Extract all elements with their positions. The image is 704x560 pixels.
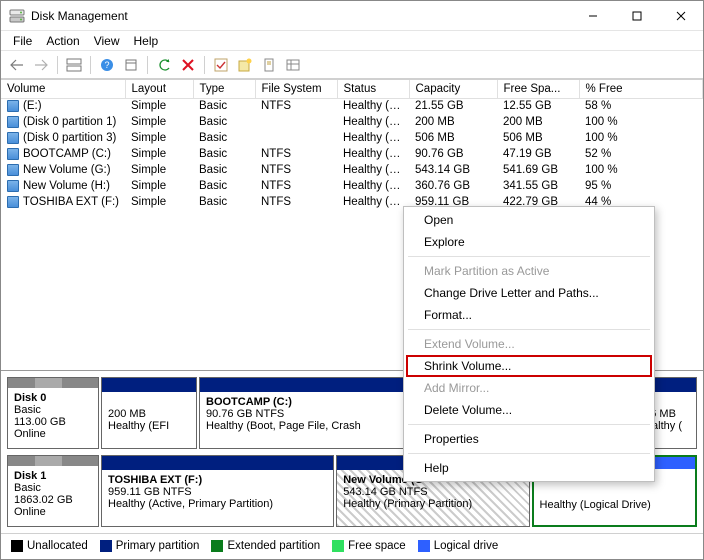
legend-free: Free space bbox=[348, 541, 406, 553]
ctx-format[interactable]: Format... bbox=[406, 304, 652, 326]
menu-view[interactable]: View bbox=[88, 32, 126, 50]
check-icon[interactable] bbox=[211, 55, 231, 75]
titlebar: Disk Management bbox=[1, 1, 703, 31]
separator bbox=[147, 56, 148, 74]
new-icon[interactable] bbox=[235, 55, 255, 75]
ctx-mark-active: Mark Partition as Active bbox=[406, 260, 652, 282]
volume-icon bbox=[7, 148, 19, 160]
col-status[interactable]: Status bbox=[337, 80, 409, 98]
minimize-button[interactable] bbox=[571, 1, 615, 31]
volume-icon bbox=[7, 132, 19, 144]
disk0-partition-efi[interactable]: 200 MB Healthy (EFI bbox=[101, 377, 197, 449]
window-title: Disk Management bbox=[31, 9, 571, 23]
split-view-button[interactable] bbox=[64, 55, 84, 75]
refresh-button[interactable] bbox=[154, 55, 174, 75]
ctx-delete-volume[interactable]: Delete Volume... bbox=[406, 399, 652, 421]
legend-primary: Primary partition bbox=[116, 541, 200, 553]
legend-unallocated: Unallocated bbox=[27, 541, 88, 553]
table-icon[interactable] bbox=[283, 55, 303, 75]
ctx-explore[interactable]: Explore bbox=[406, 231, 652, 253]
volume-name: BOOTCAMP (C:) bbox=[23, 148, 111, 160]
volume-list: Volume Layout Type File System Status Ca… bbox=[1, 79, 703, 210]
disk-1-label[interactable]: Disk 1 Basic 1863.02 GB Online bbox=[7, 455, 99, 527]
svg-text:?: ? bbox=[104, 60, 109, 70]
volume-icon bbox=[7, 196, 19, 208]
disk-0-label[interactable]: Disk 0 Basic 113.00 GB Online bbox=[7, 377, 99, 449]
maximize-button[interactable] bbox=[615, 1, 659, 31]
col-layout[interactable]: Layout bbox=[125, 80, 193, 98]
legend: Unallocated Primary partition Extended p… bbox=[1, 533, 703, 559]
menu-help[interactable]: Help bbox=[128, 32, 165, 50]
col-pctfree[interactable]: % Free bbox=[579, 80, 703, 98]
separator bbox=[408, 424, 650, 425]
ctx-properties[interactable]: Properties bbox=[406, 428, 652, 450]
volume-name: New Volume (G:) bbox=[23, 164, 111, 176]
col-volume[interactable]: Volume bbox=[1, 80, 125, 98]
page-icon[interactable] bbox=[259, 55, 279, 75]
separator bbox=[90, 56, 91, 74]
settings-button[interactable] bbox=[121, 55, 141, 75]
app-icon bbox=[9, 8, 25, 24]
ctx-help[interactable]: Help bbox=[406, 457, 652, 479]
table-row[interactable]: (Disk 0 partition 1)SimpleBasicHealthy (… bbox=[1, 114, 703, 130]
volume-icon bbox=[7, 180, 19, 192]
help-button[interactable]: ? bbox=[97, 55, 117, 75]
menu-action[interactable]: Action bbox=[40, 32, 85, 50]
context-menu: Open Explore Mark Partition as Active Ch… bbox=[403, 206, 655, 482]
separator bbox=[204, 56, 205, 74]
delete-button[interactable] bbox=[178, 55, 198, 75]
toolbar: ? bbox=[1, 51, 703, 79]
disk-0-name: Disk 0 bbox=[14, 392, 46, 404]
separator bbox=[408, 329, 650, 330]
table-row[interactable]: New Volume (G:)SimpleBasicNTFSHealthy (P… bbox=[1, 162, 703, 178]
ctx-shrink-volume[interactable]: Shrink Volume... bbox=[406, 355, 652, 377]
volume-name: (E:) bbox=[23, 100, 42, 112]
col-capacity[interactable]: Capacity bbox=[409, 80, 497, 98]
col-type[interactable]: Type bbox=[193, 80, 255, 98]
ctx-add-mirror: Add Mirror... bbox=[406, 377, 652, 399]
forward-button[interactable] bbox=[31, 55, 51, 75]
volume-name: New Volume (H:) bbox=[23, 180, 110, 192]
menu-file[interactable]: File bbox=[7, 32, 38, 50]
menubar: File Action View Help bbox=[1, 31, 703, 51]
legend-logical: Logical drive bbox=[434, 541, 499, 553]
separator bbox=[408, 256, 650, 257]
col-free[interactable]: Free Spa... bbox=[497, 80, 579, 98]
volume-icon bbox=[7, 164, 19, 176]
table-row[interactable]: (E:)SimpleBasicNTFSHealthy (B...21.55 GB… bbox=[1, 98, 703, 114]
ctx-extend-volume: Extend Volume... bbox=[406, 333, 652, 355]
ctx-open[interactable]: Open bbox=[406, 209, 652, 231]
separator bbox=[57, 56, 58, 74]
back-button[interactable] bbox=[7, 55, 27, 75]
volumes-table[interactable]: Volume Layout Type File System Status Ca… bbox=[1, 80, 703, 210]
close-button[interactable] bbox=[659, 1, 703, 31]
table-row[interactable]: New Volume (H:)SimpleBasicNTFSHealthy (L… bbox=[1, 178, 703, 194]
col-fs[interactable]: File System bbox=[255, 80, 337, 98]
volume-name: (Disk 0 partition 1) bbox=[23, 116, 116, 128]
separator bbox=[408, 453, 650, 454]
volume-name: (Disk 0 partition 3) bbox=[23, 132, 116, 144]
disk1-partition-toshiba[interactable]: TOSHIBA EXT (F:) 959.11 GB NTFS Healthy … bbox=[101, 455, 334, 527]
table-row[interactable]: BOOTCAMP (C:)SimpleBasicNTFSHealthy (B..… bbox=[1, 146, 703, 162]
volume-icon bbox=[7, 116, 19, 128]
table-row[interactable]: (Disk 0 partition 3)SimpleBasicHealthy (… bbox=[1, 130, 703, 146]
disk-1-name: Disk 1 bbox=[14, 470, 46, 482]
ctx-change-drive-letter[interactable]: Change Drive Letter and Paths... bbox=[406, 282, 652, 304]
volume-name: TOSHIBA EXT (F:) bbox=[23, 196, 119, 208]
legend-extended: Extended partition bbox=[227, 541, 320, 553]
volume-icon bbox=[7, 100, 19, 112]
